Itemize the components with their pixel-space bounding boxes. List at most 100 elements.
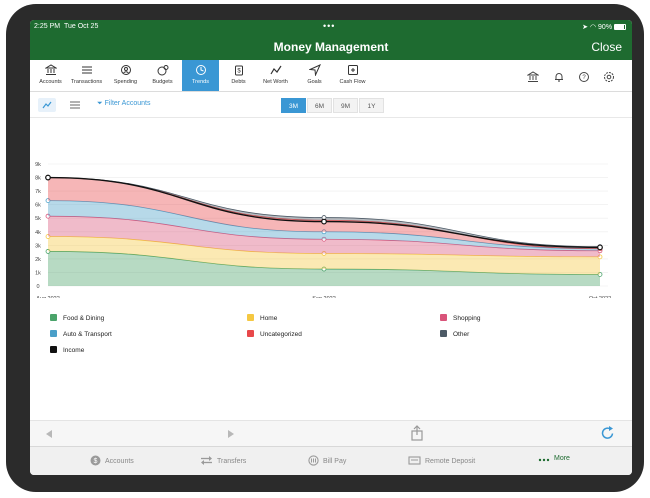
y-tick-label: 4k <box>35 230 41 236</box>
legend-item[interactable]: Food & Dining <box>50 314 104 322</box>
range-button-6m[interactable]: 6M <box>307 98 332 113</box>
nav-item-label: Debts <box>231 79 246 85</box>
legend-swatch <box>50 330 57 337</box>
legend-swatch <box>50 314 57 321</box>
budget-icon <box>144 64 181 76</box>
bank-icon <box>32 64 69 76</box>
svg-text:?: ? <box>582 75 586 81</box>
close-button[interactable]: Close <box>591 40 622 54</box>
bell-icon[interactable] <box>553 70 565 82</box>
back-arrow-icon[interactable] <box>44 429 54 439</box>
app-screen: 2:25 PM Tue Oct 25 ••• ➤ ◠ 90% Money Man… <box>30 20 632 475</box>
tablet-frame: 2:25 PM Tue Oct 25 ••• ➤ ◠ 90% Money Man… <box>6 4 644 492</box>
tab-label: More <box>554 455 570 462</box>
spending-icon <box>107 64 144 76</box>
nav-item-spending[interactable]: Spending <box>107 60 144 91</box>
page-controls <box>30 420 632 446</box>
tab-bill-pay[interactable]: Bill Pay <box>308 455 346 466</box>
dollar-icon: $ <box>90 455 105 466</box>
tab-label: Transfers <box>217 458 247 465</box>
nav-item-accounts[interactable]: Accounts <box>32 60 69 91</box>
tab-label: Remote Deposit <box>425 458 476 465</box>
page-title: Money Management <box>273 40 389 54</box>
legend-swatch <box>440 330 447 337</box>
debts-icon: $ <box>220 64 257 76</box>
nav-item-label: Net Worth <box>263 79 288 85</box>
y-tick-label: 2k <box>35 257 41 263</box>
nav-item-label: Budgets <box>152 79 173 85</box>
income-point <box>321 218 327 225</box>
list-view-icon[interactable] <box>66 98 84 112</box>
chart-view-icon[interactable] <box>38 98 56 112</box>
trends-area-chart: 0 1k 2k 3k 4k 5k 6k 7k 8k 9k Aug 2022 Sep 2022 Oct 2… <box>35 162 611 302</box>
battery-icon <box>614 24 626 30</box>
more-icon <box>538 455 554 462</box>
help-icon[interactable]: ? <box>578 70 590 82</box>
legend-item[interactable]: Other <box>440 330 469 338</box>
tab-label: Bill Pay <box>323 458 347 465</box>
nav-item-label: Cash Flow <box>339 79 366 85</box>
legend-item[interactable]: Auto & Transport <box>50 330 112 338</box>
tab-accounts[interactable]: $ Accounts <box>90 455 134 466</box>
nav-item-label: Accounts <box>39 79 62 85</box>
y-tick-label: 1k <box>35 270 41 276</box>
y-tick-label: 8k <box>35 176 41 182</box>
share-icon[interactable] <box>410 425 424 441</box>
nav-item-trends[interactable]: Trends <box>182 60 219 91</box>
range-button-3m[interactable]: 3M <box>281 98 306 113</box>
y-tick-label: 7k <box>35 189 41 195</box>
settings-icon[interactable] <box>603 70 615 82</box>
nav-item-transactions[interactable]: Transactions <box>68 60 105 91</box>
chart-legend: Food & Dining Home Shopping Auto & Transpor… <box>50 314 610 364</box>
tab-more[interactable]: More <box>538 455 570 463</box>
range-selector: 3M 6M 9M 1Y <box>281 98 385 113</box>
x-tick-label: Oct 2022 <box>589 296 611 298</box>
trends-chart: 0 1k 2k 3k 4k 5k 6k 7k 8k 9k Aug 2022 Sep 2022 Oct 2… <box>30 118 632 302</box>
legend-label: Uncategorized <box>260 331 302 338</box>
x-tick-label: Sep 2022 <box>312 296 336 298</box>
legend-label: Home <box>260 315 278 322</box>
multitask-dots-icon[interactable]: ••• <box>323 21 335 31</box>
nav-item-label: Goals <box>307 79 322 85</box>
bank-icon[interactable] <box>526 70 540 82</box>
legend-label: Food & Dining <box>63 315 105 322</box>
nav-item-debts[interactable]: $ Debts <box>220 60 257 91</box>
status-bar: 2:25 PM Tue Oct 25 ••• ➤ ◠ 90% <box>30 20 632 34</box>
nav-item-label: Transactions <box>70 79 103 85</box>
nav-item-net-worth[interactable]: Net Worth <box>257 60 294 91</box>
nav-item-label: Spending <box>113 79 138 85</box>
nav-item-goals[interactable]: Goals <box>296 60 333 91</box>
cash-flow-icon <box>334 64 371 76</box>
transfer-icon <box>200 456 217 465</box>
legend-item[interactable]: Uncategorized <box>247 330 302 338</box>
tab-label: Accounts <box>105 458 134 465</box>
legend-swatch <box>440 314 447 321</box>
filter-accounts-button[interactable]: ⏷ Filter Accounts <box>97 100 150 108</box>
legend-label: Income <box>63 347 85 354</box>
legend-swatch <box>50 346 57 353</box>
income-point <box>597 244 603 251</box>
forward-arrow-icon[interactable] <box>226 429 236 439</box>
tab-transfers[interactable]: Transfers <box>200 455 246 466</box>
legend-item[interactable]: Shopping <box>440 314 480 322</box>
y-tick-label: 3k <box>35 243 41 249</box>
legend-label: Shopping <box>453 315 481 322</box>
refresh-icon[interactable] <box>600 425 616 441</box>
income-point <box>45 174 51 181</box>
range-button-9m[interactable]: 9M <box>333 98 358 113</box>
range-button-1y[interactable]: 1Y <box>359 98 384 113</box>
chart-toolbar: ⏷ Filter Accounts 3M 6M 9M 1Y <box>30 92 632 118</box>
feature-nav: Accounts Transactions Spending Budgets Trend… <box>30 60 632 92</box>
status-battery: ➤ ◠ 90% <box>582 23 626 31</box>
legend-item[interactable]: Income <box>50 346 84 354</box>
nav-item-cash-flow[interactable]: Cash Flow <box>334 60 371 91</box>
legend-swatch <box>247 314 254 321</box>
wifi-icon: ➤ ◠ <box>582 24 597 31</box>
nav-item-budgets[interactable]: Budgets <box>144 60 181 91</box>
y-tick-label: 6k <box>35 203 41 209</box>
x-tick-label: Aug 2022 <box>36 296 60 298</box>
status-time: 2:25 PM Tue Oct 25 <box>34 23 99 30</box>
list-icon <box>68 64 105 76</box>
legend-item[interactable]: Home <box>247 314 277 322</box>
tab-remote-deposit[interactable]: Remote Deposit <box>408 455 475 466</box>
